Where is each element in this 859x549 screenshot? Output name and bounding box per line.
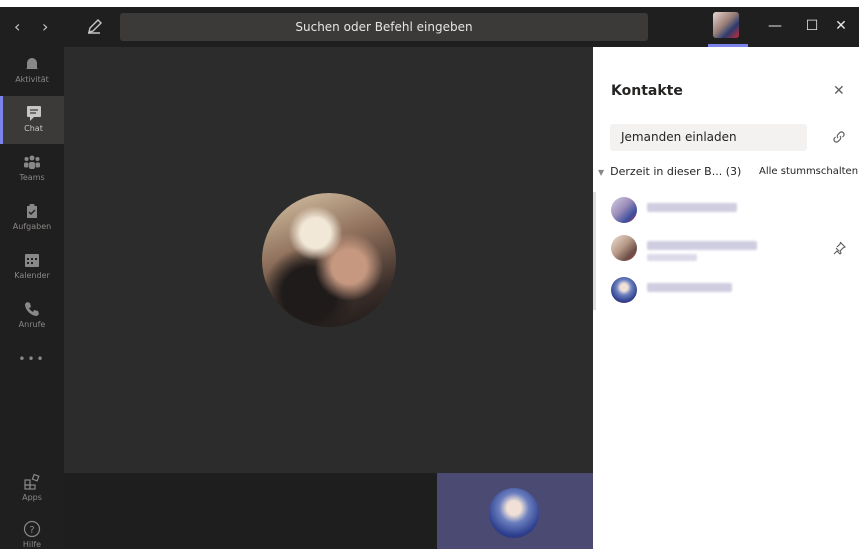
participant-name-redacted [647,203,737,212]
rail-item-label: Anrufe [18,320,46,329]
chat-icon [26,106,41,121]
app-rail: Aktivität Chat Teams Aufgaben Kalender A… [0,47,64,549]
phone-icon [25,302,39,316]
rail-item-activity[interactable]: Aktivität [0,47,64,95]
calendar-icon [25,254,39,267]
mute-all-button[interactable]: Alle stummschalten [759,166,858,177]
bell-icon [26,58,38,70]
tasks-icon [27,204,37,218]
teams-icon [24,155,40,169]
rail-item-label: Teams [19,173,45,182]
minimize-button[interactable]: — [760,15,790,37]
back-button[interactable]: ‹ [14,17,20,37]
rail-item-teams[interactable]: Teams [0,145,64,193]
participant-item[interactable] [611,277,851,307]
participant-avatar [611,277,637,303]
panel-title: Kontakte [611,83,683,99]
caller-avatar [262,193,396,327]
rail-item-label: Kalender [14,271,50,280]
rail-item-calls[interactable]: Anrufe [0,292,64,340]
compose-icon[interactable] [84,17,104,37]
participant-avatar [611,235,637,261]
participant-item[interactable] [611,197,851,227]
call-controls-area [64,473,437,549]
section-indicator [593,192,596,310]
close-panel-button[interactable]: ✕ [833,83,845,99]
rail-item-label: Hilfe [22,540,42,549]
apps-icon [24,473,40,490]
participant-name-redacted [647,241,757,250]
rail-item-help[interactable]: ? Hilfe [0,512,64,549]
participants-section-header[interactable]: ▼ Derzeit in dieser B... (3) [598,165,741,178]
rail-item-label: Aktivität [15,75,49,84]
self-avatar [489,488,539,538]
title-bar: ‹ › Suchen oder Befehl eingeben — ☐ ✕ [0,0,859,47]
help-icon: ? [23,520,41,538]
profile-avatar[interactable] [713,12,739,38]
rail-item-calendar[interactable]: Kalender [0,243,64,291]
participant-name-redacted [647,283,732,292]
participant-status-redacted [647,254,697,261]
rail-item-label: Aufgaben [12,222,52,231]
participant-avatar [611,197,637,223]
participant-count: (3) [725,165,742,178]
section-label: Derzeit in dieser B... [610,165,723,178]
maximize-button[interactable]: ☐ [797,15,827,37]
chevron-down-icon: ▼ [598,168,605,177]
forward-button[interactable]: › [42,17,48,37]
invite-input[interactable]: Jemanden einladen [610,124,807,151]
pin-icon[interactable] [832,241,846,255]
participant-item[interactable] [611,235,851,265]
rail-item-apps[interactable]: Apps [0,465,64,513]
more-apps-button[interactable]: ••• [0,347,64,371]
close-button[interactable]: ✕ [826,15,856,37]
rail-item-tasks[interactable]: Aufgaben [0,194,64,242]
rail-item-label: Apps [22,493,42,502]
rail-item-chat[interactable]: Chat [0,96,64,144]
svg-text:?: ? [29,525,34,536]
search-input[interactable]: Suchen oder Befehl eingeben [120,13,648,41]
contacts-panel: Kontakte ✕ Jemanden einladen ▼ Derzeit in… [593,47,859,549]
link-icon[interactable] [832,130,846,144]
rail-item-label: Chat [24,124,43,133]
